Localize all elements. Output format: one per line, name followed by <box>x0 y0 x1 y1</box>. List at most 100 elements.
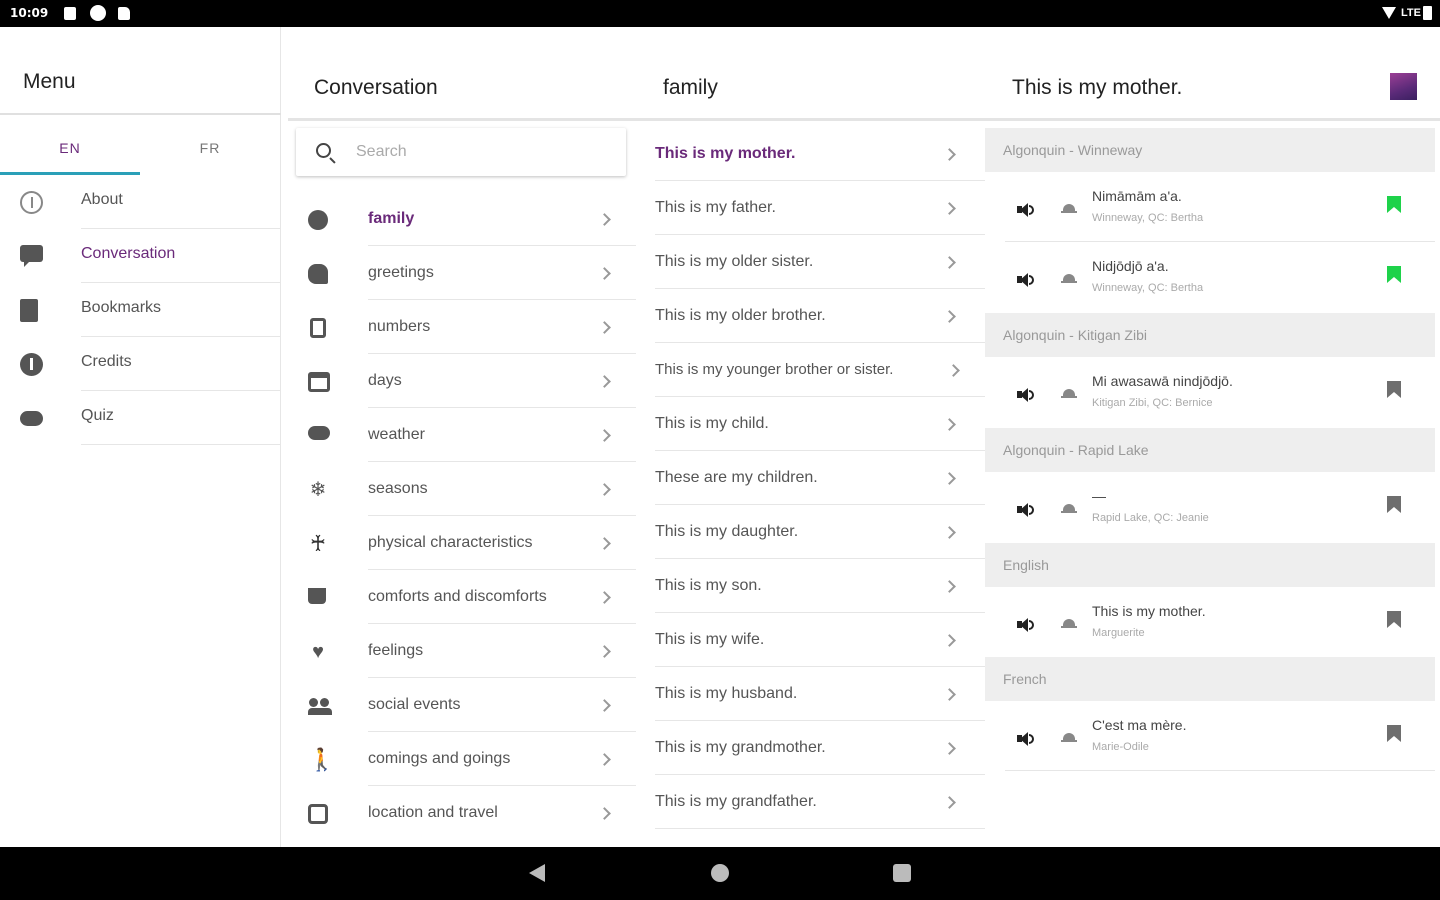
speaker-icon[interactable] <box>1017 272 1035 288</box>
category-label: greetings <box>368 264 434 281</box>
translation-entry: Nimāmām a'a. Winneway, QC: Bertha <box>985 172 1435 242</box>
accessibility-icon: ♰ <box>309 531 327 556</box>
status-right: LTE <box>1401 6 1432 20</box>
bookmark-icon[interactable] <box>1387 725 1401 743</box>
cloud-rain-icon <box>308 426 330 440</box>
category-item-family[interactable]: family <box>288 192 636 246</box>
chevron-right-icon <box>598 645 611 658</box>
category-label: seasons <box>368 480 428 497</box>
sd-card-icon <box>118 7 130 20</box>
dialect-header: Algonquin - Rapid Lake <box>985 428 1435 472</box>
person-head-icon <box>309 698 318 707</box>
chat-bubbles-icon <box>308 264 328 284</box>
recents-icon[interactable] <box>893 864 911 882</box>
phrase-item[interactable]: This is my grandfather. <box>655 775 985 829</box>
slow-playback-icon[interactable] <box>1061 272 1077 286</box>
speaker-icon[interactable] <box>1017 387 1035 403</box>
phrase-item[interactable]: These are my children. <box>655 451 985 505</box>
menu-item-credits[interactable]: Credits <box>0 337 281 391</box>
speaker-icon[interactable] <box>1017 502 1035 518</box>
menu-item-bookmarks[interactable]: Bookmarks <box>0 283 281 337</box>
chevron-right-icon <box>943 148 956 161</box>
slow-playback-icon[interactable] <box>1061 387 1077 401</box>
phrase-item[interactable]: This is my grandmother. <box>655 721 985 775</box>
system-nav-bar <box>0 847 1440 900</box>
bookmark-icon[interactable] <box>1387 266 1401 284</box>
slow-playback-icon[interactable] <box>1061 202 1077 216</box>
bookmark-icon[interactable] <box>1387 196 1401 214</box>
dialect-header: Algonquin - Kitigan Zibi <box>985 313 1435 357</box>
translation-text: C'est ma mère. <box>1092 717 1187 733</box>
phrase-label: This is my older sister. <box>655 253 814 270</box>
chat-icon <box>20 245 43 267</box>
bookmark-icon[interactable] <box>1387 496 1401 514</box>
chevron-right-icon <box>943 796 956 809</box>
category-item-comforts-and-discomforts[interactable]: comforts and discomforts <box>288 570 636 624</box>
network-label: LTE <box>1401 6 1421 19</box>
chevron-right-icon <box>943 580 956 593</box>
category-label: feelings <box>368 642 424 659</box>
slow-playback-icon[interactable] <box>1061 731 1077 745</box>
phrase-item[interactable]: This is my older brother. <box>655 289 985 343</box>
slow-playback-icon[interactable] <box>1061 502 1077 516</box>
menu-item-conversation[interactable]: Conversation <box>0 229 281 283</box>
translation-entry: Mi awasawā nindjōdjō. Kitigan Zibi, QC: … <box>985 357 1435 427</box>
dialect-label: Algonquin - Kitigan Zibi <box>1003 327 1147 343</box>
speaker-source: Winneway, QC: Bertha <box>1092 282 1204 294</box>
slow-playback-icon[interactable] <box>1061 617 1077 631</box>
category-item-social-events[interactable]: social events <box>288 678 636 732</box>
divider <box>655 828 985 829</box>
wifi-icon <box>1382 7 1396 19</box>
chevron-right-icon <box>598 807 611 820</box>
chevron-right-icon <box>943 634 956 647</box>
search-box <box>296 128 626 176</box>
category-item-location-and-travel[interactable]: location and travel <box>288 786 636 840</box>
category-item-days[interactable]: days <box>288 354 636 408</box>
divider <box>81 444 281 445</box>
bookmark-icon[interactable] <box>1387 611 1401 629</box>
phrase-item[interactable]: This is my mother. <box>655 127 985 181</box>
category-item-greetings[interactable]: greetings <box>288 246 636 300</box>
snowflake-icon: ❄ <box>309 479 327 501</box>
lang-tab-fr[interactable]: FR <box>140 115 280 175</box>
chevron-right-icon <box>947 364 960 377</box>
home-icon[interactable] <box>711 864 729 882</box>
battery-icon <box>1423 6 1432 20</box>
category-item-feelings[interactable]: ♥ feelings <box>288 624 636 678</box>
phrase-item[interactable]: This is my husband. <box>655 667 985 721</box>
phrase-item[interactable]: This is my son. <box>655 559 985 613</box>
info-icon <box>20 353 43 376</box>
category-item-weather[interactable]: weather <box>288 408 636 462</box>
conversation-title: Conversation <box>314 76 438 99</box>
category-item-seasons[interactable]: ❄ seasons <box>288 462 636 516</box>
bookmark-icon[interactable] <box>1387 381 1401 399</box>
dialect-label: English <box>1003 557 1049 573</box>
phrase-label: This is my younger brother or sister. <box>655 361 894 378</box>
phrase-item[interactable]: This is my wife. <box>655 613 985 667</box>
category-item-physical-characteristics[interactable]: ♰ physical characteristics <box>288 516 636 570</box>
chevron-right-icon <box>943 526 956 539</box>
menu-item-about[interactable]: About <box>0 175 281 229</box>
dialect-label: Algonquin - Rapid Lake <box>1003 442 1149 458</box>
phrase-item[interactable]: This is my older sister. <box>655 235 985 289</box>
speaker-icon[interactable] <box>1017 202 1035 218</box>
language-thumbnail[interactable] <box>1390 73 1417 100</box>
translation-text: — <box>1092 488 1106 504</box>
menu-item-quiz[interactable]: Quiz <box>0 391 281 445</box>
person-icon <box>308 210 328 230</box>
chevron-right-icon <box>943 310 956 323</box>
phrase-item[interactable]: This is my child. <box>655 397 985 451</box>
translation-text: Nidjōdjō a'a. <box>1092 258 1169 274</box>
phrase-item[interactable]: This is my daughter. <box>655 505 985 559</box>
phrase-item[interactable]: This is my father. <box>655 181 985 235</box>
back-icon[interactable] <box>529 864 545 882</box>
search-input[interactable] <box>356 140 606 164</box>
phrase-item[interactable]: This is my younger brother or sister. <box>655 343 985 397</box>
category-item-numbers[interactable]: numbers <box>288 300 636 354</box>
category-label: numbers <box>368 318 431 335</box>
lang-tab-en[interactable]: EN <box>0 115 140 175</box>
category-item-comings-and-goings[interactable]: 🚶 comings and goings <box>288 732 636 786</box>
speaker-icon[interactable] <box>1017 731 1035 747</box>
speaker-icon[interactable] <box>1017 617 1035 633</box>
phrase-label: This is my father. <box>655 199 776 216</box>
